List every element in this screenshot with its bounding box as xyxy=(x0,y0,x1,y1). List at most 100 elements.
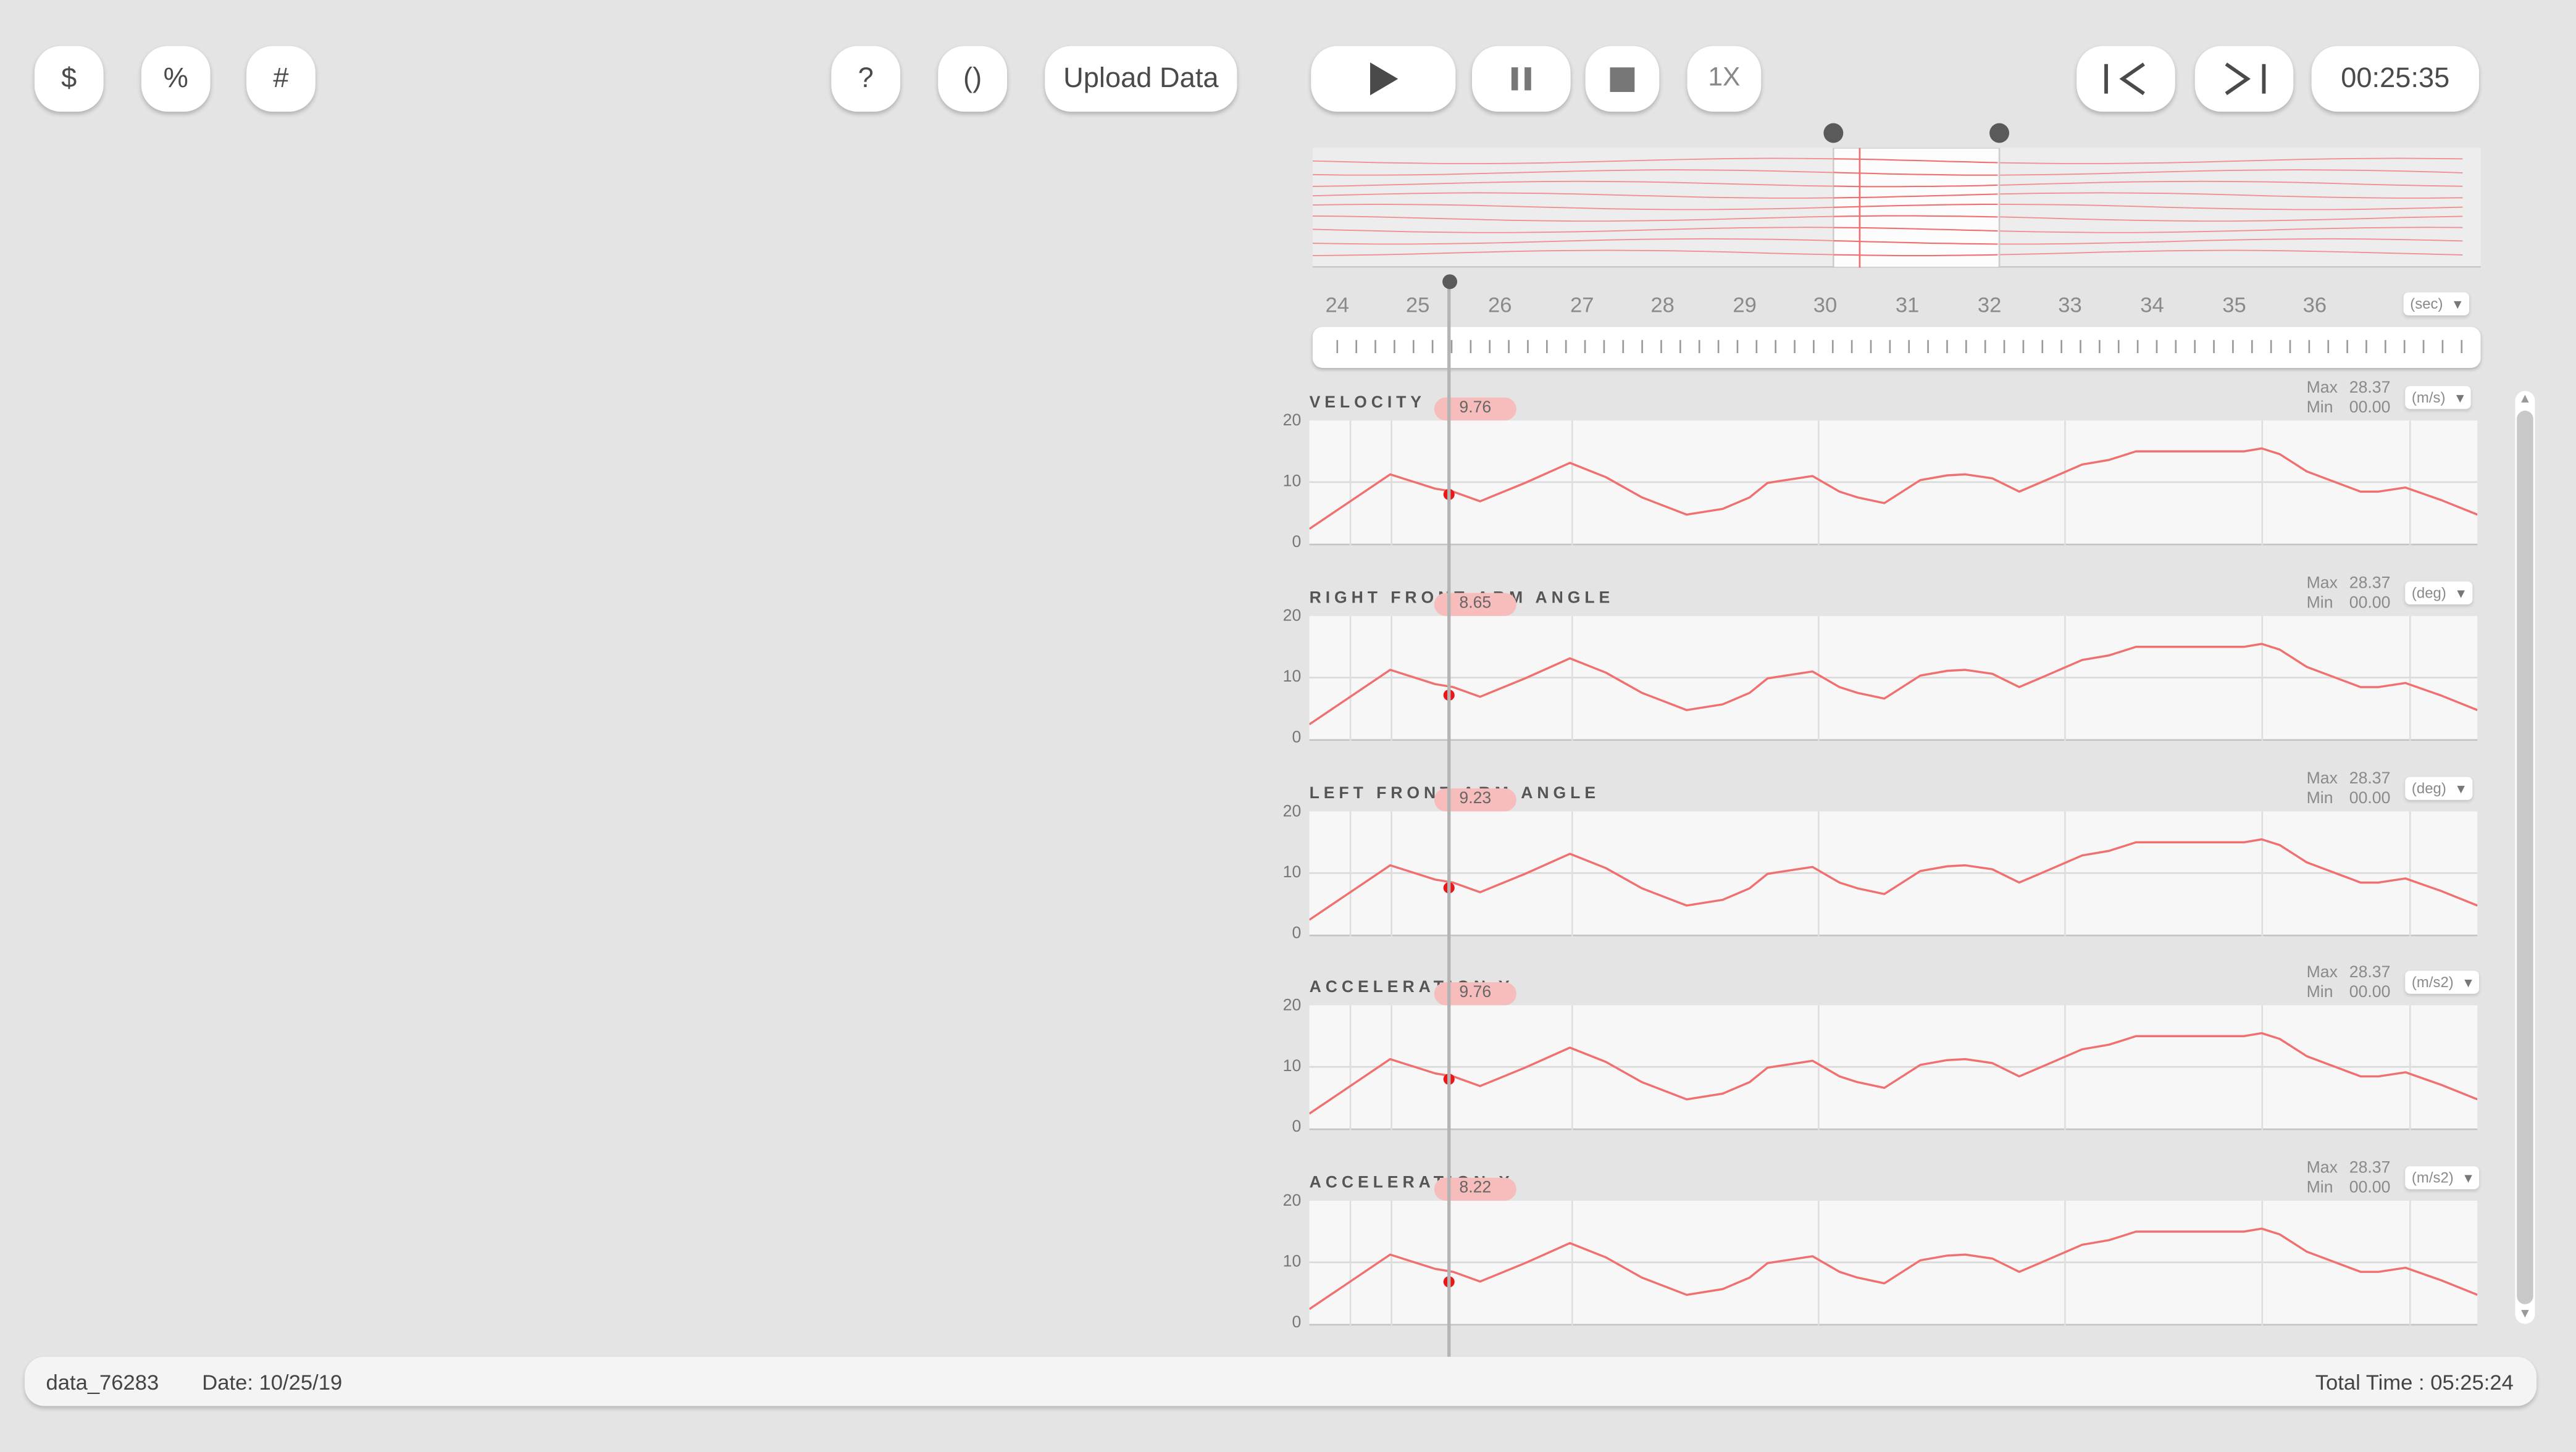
overview-navigator[interactable] xyxy=(1312,147,2481,269)
min-readout: Min 00.00 xyxy=(2307,1179,2391,1199)
y-tick-label: 0 xyxy=(1292,924,1302,943)
max-value: 28.37 xyxy=(2349,575,2391,593)
file-name: data_76283 xyxy=(46,1370,159,1395)
time-tick-label: 24 xyxy=(1325,292,1350,317)
overview-selection-window[interactable] xyxy=(1833,147,2001,269)
upload-data-button[interactable]: Upload Data xyxy=(1045,46,1237,112)
y-tick-label: 20 xyxy=(1282,1192,1302,1211)
chevron-down-icon: ▼ xyxy=(2453,390,2467,405)
chart-svg xyxy=(1309,1005,2478,1130)
max-value: 28.37 xyxy=(2349,379,2391,398)
time-tick-label: 26 xyxy=(1487,292,1512,317)
unit-select[interactable]: (m/s2) ▼ xyxy=(2405,1166,2480,1190)
chart-svg xyxy=(1309,615,2478,741)
chevron-down-icon: ▼ xyxy=(2454,585,2468,601)
max-label: Max xyxy=(2306,1159,2338,1178)
y-tick-label: 0 xyxy=(1292,1118,1302,1137)
unit-select[interactable]: (m/s) ▼ xyxy=(2405,386,2472,409)
hash-label: # xyxy=(273,62,289,94)
scroll-down-icon[interactable]: ▼ xyxy=(2515,1304,2535,1324)
value-badge: 8.65 xyxy=(1434,593,1516,616)
plot-area[interactable] xyxy=(1309,615,2478,741)
chevron-down-icon: ▼ xyxy=(2462,975,2475,990)
min-value: 00.00 xyxy=(2349,399,2391,417)
y-tick-label: 20 xyxy=(1282,803,1302,822)
time-tick-label: 33 xyxy=(2058,292,2082,317)
max-readout: Max 28.37 xyxy=(2307,380,2391,399)
time-tick-label: 27 xyxy=(1570,292,1594,317)
help-button[interactable]: ? xyxy=(831,46,901,112)
play-icon xyxy=(1367,60,1400,97)
min-readout: Min 00.00 xyxy=(2307,984,2391,1004)
scroll-up-icon[interactable]: ▲ xyxy=(2515,390,2535,409)
chevron-down-icon: ▼ xyxy=(2454,781,2468,796)
unit-select[interactable]: (deg) ▼ xyxy=(2405,777,2473,800)
unit-select[interactable]: (m/s2) ▼ xyxy=(2405,970,2480,994)
chart-right-front-arm-angle: RIGHT FRONT ARM ANGLEMax28.37Min00.00(de… xyxy=(1281,575,2484,777)
y-tick-label: 10 xyxy=(1282,473,1302,491)
y-tick-label: 10 xyxy=(1282,864,1302,882)
skip-end-icon xyxy=(2220,62,2269,96)
plot-area[interactable] xyxy=(1309,420,2478,546)
unit-label: (m/s2) xyxy=(2411,974,2454,991)
unit-select[interactable]: (deg) ▼ xyxy=(2405,581,2473,605)
series-line xyxy=(1309,1032,2478,1115)
parentheses-button[interactable]: () xyxy=(938,46,1008,112)
percent-label: % xyxy=(163,62,188,94)
max-value: 28.37 xyxy=(2349,770,2391,789)
pause-button[interactable] xyxy=(1471,46,1571,112)
y-tick-label: 10 xyxy=(1282,668,1302,687)
play-button[interactable] xyxy=(1311,46,1456,112)
number-button[interactable]: # xyxy=(246,46,316,112)
skip-start-button[interactable] xyxy=(2076,46,2175,112)
chart-velocity: VELOCITY Max 28.37 Min 00.00 (m/s) ▼ 20 10 0 9.76 xyxy=(1281,380,2484,582)
plot-area[interactable] xyxy=(1309,1005,2478,1130)
playhead-line[interactable] xyxy=(1447,282,1451,1357)
time-unit-select[interactable]: (sec) ▼ xyxy=(2403,292,2469,315)
y-tick-label: 0 xyxy=(1292,533,1302,552)
chart-acceleration-x: ACCELERATION X Max 28.37 Min 00.00 (m/s2) ▼ 20 1… xyxy=(1281,1159,2484,1362)
value-badge: 9.23 xyxy=(1434,788,1516,812)
current-time: 00:25:35 xyxy=(2341,62,2450,94)
y-tick-label: 20 xyxy=(1282,997,1302,1016)
min-value: 00.00 xyxy=(2349,983,2391,1003)
y-tick-label: 20 xyxy=(1282,412,1302,431)
skip-end-button[interactable] xyxy=(2194,46,2294,112)
y-tick-label: 0 xyxy=(1292,729,1302,748)
currency-button[interactable]: $ xyxy=(34,46,104,112)
y-tick-label: 0 xyxy=(1292,1314,1302,1332)
range-handle-left[interactable] xyxy=(1823,123,1844,143)
max-readout: Max 28.37 xyxy=(2307,1159,2391,1179)
unit-label: (deg) xyxy=(2411,585,2446,601)
series-line xyxy=(1309,643,2478,725)
max-label: Max xyxy=(2306,379,2338,398)
chart-svg xyxy=(1309,811,2478,937)
overview-lines xyxy=(1312,147,2463,269)
min-label: Min xyxy=(2306,1179,2333,1198)
speed-button[interactable]: 1X xyxy=(1687,46,1762,112)
time-scrubber[interactable] xyxy=(1312,327,2481,368)
dollar-label: $ xyxy=(61,62,77,94)
min-value: 00.00 xyxy=(2349,1179,2391,1198)
max-readout: Max 28.37 xyxy=(2307,770,2391,790)
time-tick-label: 30 xyxy=(1813,292,1838,317)
scrollbar-thumb[interactable] xyxy=(2517,411,2533,1304)
playhead-handle[interactable] xyxy=(1442,274,1458,290)
percent-button[interactable]: % xyxy=(141,46,211,112)
file-date: Date: 10/25/19 xyxy=(202,1370,343,1395)
unit-label: (m/s2) xyxy=(2411,1169,2454,1187)
min-readout: Min 00.00 xyxy=(2307,595,2391,614)
plot-area[interactable] xyxy=(1309,1200,2478,1326)
stop-button[interactable] xyxy=(1585,46,1660,112)
total-time: Total Time : 05:25:24 xyxy=(2315,1370,2514,1395)
plot-area[interactable] xyxy=(1309,811,2478,937)
min-label: Min xyxy=(2306,790,2333,809)
max-readout: Max 28.37 xyxy=(2307,964,2391,984)
upload-label: Upload Data xyxy=(1063,62,1219,94)
chart-left-front-arm-angle: LEFT FRONT ARM ANGLEMax28.37Min00.00(deg… xyxy=(1281,770,2484,972)
value-badge: 9.76 xyxy=(1434,982,1516,1006)
chevron-down-icon: ▼ xyxy=(2451,296,2464,312)
range-handle-right[interactable] xyxy=(1989,123,2010,143)
y-tick-label: 10 xyxy=(1282,1253,1302,1272)
scrubber-ticks xyxy=(1336,340,2463,354)
